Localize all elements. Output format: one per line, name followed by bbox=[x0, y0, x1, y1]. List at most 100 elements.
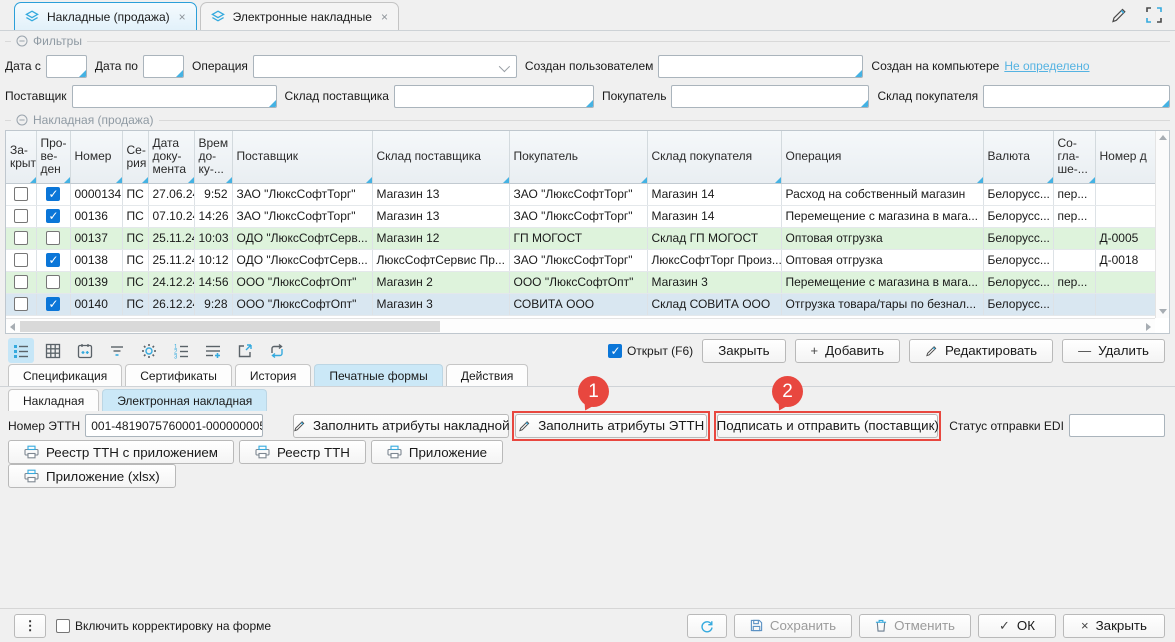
col-operation[interactable]: Операция bbox=[781, 131, 983, 183]
date-to-input[interactable] bbox=[143, 55, 184, 78]
tab-actions[interactable]: Действия bbox=[446, 364, 529, 386]
col-supplier[interactable]: Поставщик bbox=[232, 131, 372, 183]
tab-certificates[interactable]: Сертификаты bbox=[125, 364, 232, 386]
supplier-filter-input[interactable] bbox=[72, 85, 277, 108]
col-agreement[interactable]: Со- гла- ше-... bbox=[1053, 131, 1095, 183]
horizontal-scrollbar[interactable] bbox=[6, 318, 1155, 333]
add-invoice-button[interactable]: +Добавить bbox=[795, 339, 901, 363]
col-number[interactable]: Номер bbox=[70, 131, 122, 183]
collapse-grid-icon[interactable] bbox=[16, 114, 28, 126]
fill-invoice-attributes-button[interactable]: Заполнить атрибуты накладной bbox=[293, 414, 509, 438]
ok-button[interactable]: ✓ ОК bbox=[978, 614, 1056, 638]
date-from-input[interactable] bbox=[46, 55, 87, 78]
fullscreen-icon[interactable] bbox=[1145, 6, 1163, 24]
sign-and-send-button[interactable]: Подписать и отправить (поставщик) bbox=[717, 414, 938, 438]
save-icon bbox=[750, 619, 763, 632]
edit-icon[interactable] bbox=[1110, 5, 1129, 24]
tab-print-forms[interactable]: Печатные формы bbox=[314, 364, 442, 386]
fill-ettn-attributes-button[interactable]: Заполнить атрибуты ЭТТН bbox=[515, 414, 707, 438]
col-currency[interactable]: Валюта bbox=[983, 131, 1053, 183]
delete-invoice-button[interactable]: —Удалить bbox=[1062, 339, 1165, 363]
close-tab-icon[interactable]: × bbox=[381, 10, 388, 24]
close-tab-icon[interactable]: × bbox=[179, 10, 186, 24]
subtab-invoice[interactable]: Накладная bbox=[8, 389, 99, 411]
col-doc-number[interactable]: Номер д bbox=[1095, 131, 1155, 183]
tab-electronic-invoices[interactable]: Электронные накладные × bbox=[200, 2, 399, 30]
appendix-xlsx-button[interactable]: Приложение (xlsx) bbox=[8, 464, 176, 488]
appendix-button[interactable]: Приложение bbox=[371, 440, 503, 464]
closed-checkbox[interactable] bbox=[14, 253, 28, 267]
posted-checkbox[interactable] bbox=[46, 209, 60, 223]
table-row[interactable]: 0000134 ПС 27.06.24 9:52 ЗАО "ЛюксСофтТо… bbox=[6, 183, 1155, 205]
closed-checkbox[interactable] bbox=[14, 275, 28, 289]
table-row[interactable]: 00138 ПС 25.11.24 10:12 ОДО "ЛюксСофтСер… bbox=[6, 249, 1155, 271]
edit-invoice-button[interactable]: Редактировать bbox=[909, 339, 1053, 363]
table-row[interactable]: 00137 ПС 25.11.24 10:03 ОДО "ЛюксСофтСер… bbox=[6, 227, 1155, 249]
print-buttons-row: Реестр ТТН с приложением Реестр ТТН Прил… bbox=[8, 440, 503, 464]
closed-checkbox[interactable] bbox=[14, 187, 28, 201]
operation-select[interactable] bbox=[253, 55, 517, 78]
filter-icon[interactable] bbox=[104, 338, 130, 363]
col-series[interactable]: Се- рия bbox=[122, 131, 148, 183]
open-external-icon[interactable] bbox=[232, 338, 258, 363]
buyer-warehouse-label: Склад покупателя bbox=[877, 89, 978, 103]
grid-view-icon[interactable] bbox=[40, 338, 66, 363]
posted-checkbox[interactable] bbox=[46, 275, 60, 289]
calendar-view-icon[interactable] bbox=[72, 338, 98, 363]
numbered-list-icon[interactable]: 123 bbox=[168, 338, 194, 363]
more-options-button[interactable]: ⋮ bbox=[14, 614, 46, 638]
col-doc-time[interactable]: Врем до- ку-... bbox=[194, 131, 232, 183]
tab-history[interactable]: История bbox=[235, 364, 312, 386]
cell-time: 9:52 bbox=[194, 183, 232, 205]
cancel-button[interactable]: Отменить bbox=[859, 614, 971, 638]
posted-checkbox[interactable] bbox=[46, 297, 60, 311]
save-button[interactable]: Сохранить bbox=[734, 614, 852, 638]
refresh-button[interactable] bbox=[687, 614, 727, 638]
open-checkbox-group[interactable]: Открыт (F6) bbox=[608, 344, 693, 358]
posted-checkbox[interactable] bbox=[46, 253, 60, 267]
cell-currency: Белорусс... bbox=[983, 293, 1053, 315]
date-to-label: Дата по bbox=[95, 59, 138, 73]
registry-button[interactable]: Реестр ТТН bbox=[239, 440, 366, 464]
subtab-electronic-invoice[interactable]: Электронная накладная bbox=[102, 389, 267, 411]
reload-icon[interactable] bbox=[264, 338, 290, 363]
tab-specification[interactable]: Спецификация bbox=[8, 364, 122, 386]
table-row[interactable]: 00139 ПС 24.12.24 14:56 ООО "ЛюксСофтОпт… bbox=[6, 271, 1155, 293]
settings-gear-icon[interactable] bbox=[136, 338, 162, 363]
buyer-filter-input[interactable] bbox=[671, 85, 869, 108]
created-on-computer-link[interactable]: Не определено bbox=[1004, 59, 1089, 73]
closed-checkbox[interactable] bbox=[14, 297, 28, 311]
table-row[interactable]: 00136 ПС 07.10.24 14:26 ЗАО "ЛюксСофтТор… bbox=[6, 205, 1155, 227]
posted-checkbox[interactable] bbox=[46, 187, 60, 201]
adjustment-checkbox[interactable] bbox=[56, 619, 70, 633]
adjustment-checkbox-group[interactable]: Включить корректировку на форме bbox=[56, 619, 271, 633]
cell-series: ПС bbox=[122, 271, 148, 293]
created-by-input[interactable] bbox=[658, 55, 863, 78]
col-posted[interactable]: Про- ве- ден bbox=[36, 131, 70, 183]
col-doc-date[interactable]: Дата доку- мента bbox=[148, 131, 194, 183]
vertical-scrollbar[interactable] bbox=[1155, 131, 1169, 318]
col-buyer[interactable]: Покупатель bbox=[509, 131, 647, 183]
close-form-button[interactable]: × Закрыть bbox=[1063, 614, 1165, 638]
registry-with-appendix-button[interactable]: Реестр ТТН с приложением bbox=[8, 440, 234, 464]
col-closed[interactable]: За- крыт bbox=[6, 131, 36, 183]
close-invoice-button[interactable]: Закрыть bbox=[702, 339, 785, 363]
add-row-icon[interactable] bbox=[200, 338, 226, 363]
tab-invoices-sale[interactable]: Накладные (продажа) × bbox=[14, 2, 197, 30]
closed-checkbox[interactable] bbox=[14, 209, 28, 223]
edi-status-input[interactable] bbox=[1069, 414, 1165, 437]
closed-checkbox[interactable] bbox=[14, 231, 28, 245]
ettn-number-input[interactable]: 001-4819075760001-0000000054 bbox=[85, 414, 263, 437]
table-row[interactable]: 00140 ПС 26.12.24 9:28 ООО "ЛюксСофтОпт"… bbox=[6, 293, 1155, 315]
supplier-warehouse-label: Склад поставщика bbox=[285, 89, 389, 103]
posted-checkbox[interactable] bbox=[46, 231, 60, 245]
cell-supplier: ЗАО "ЛюксСофтТорг" bbox=[232, 183, 372, 205]
col-buyer-warehouse[interactable]: Склад покупателя bbox=[647, 131, 781, 183]
scrollbar-thumb[interactable] bbox=[20, 321, 440, 332]
open-checkbox[interactable] bbox=[608, 344, 622, 358]
supplier-warehouse-input[interactable] bbox=[394, 85, 594, 108]
collapse-filters-icon[interactable] bbox=[16, 35, 28, 47]
buyer-warehouse-input[interactable] bbox=[983, 85, 1170, 108]
col-supplier-warehouse[interactable]: Склад поставщика bbox=[372, 131, 509, 183]
row-view-icon[interactable] bbox=[8, 338, 34, 363]
